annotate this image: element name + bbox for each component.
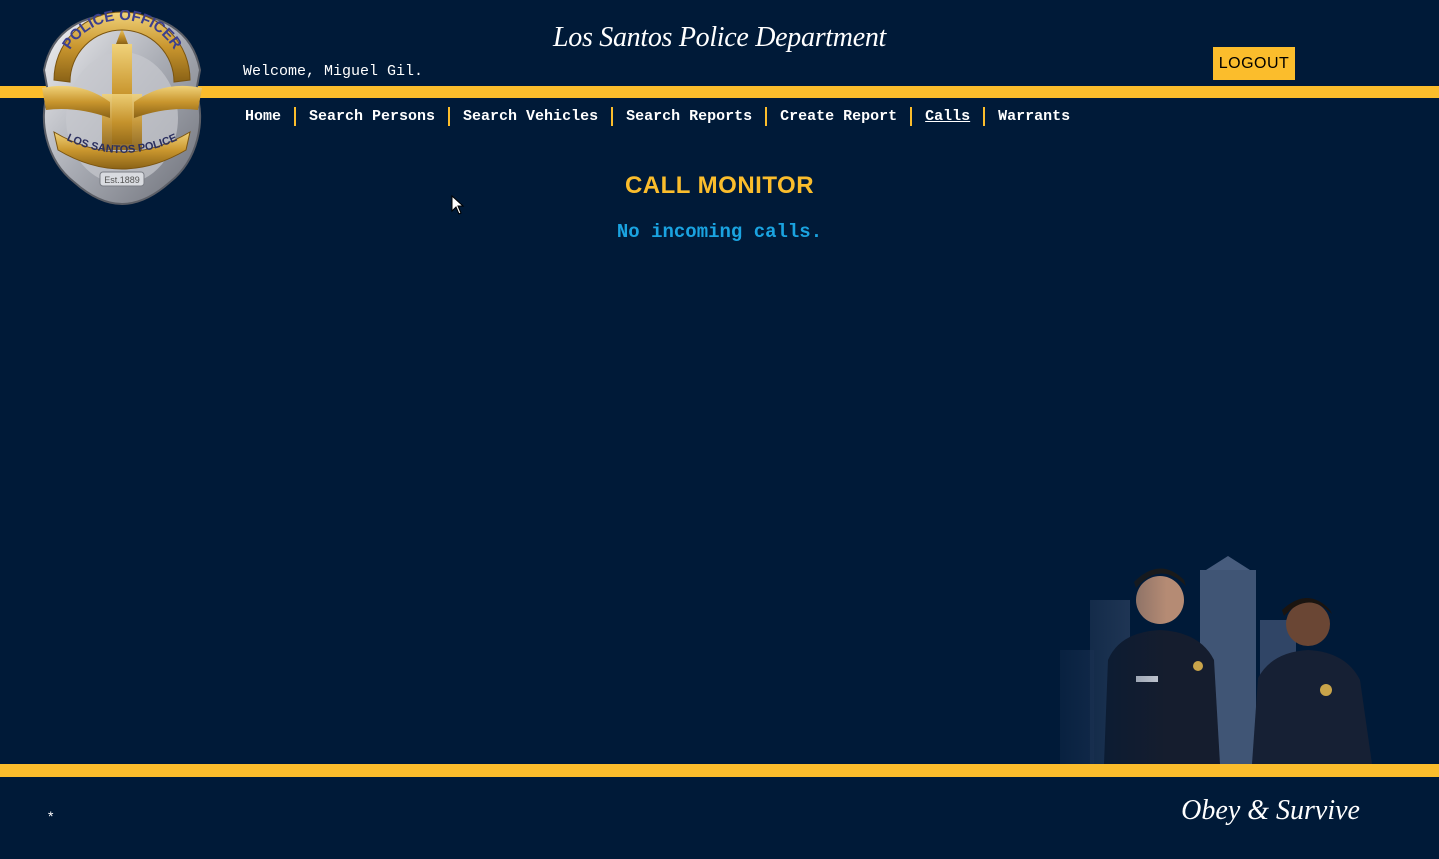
police-badge-icon: POLICE OFFICER LOS SANTOS POLICE Est.188…	[40, 7, 204, 206]
footer-mark: *	[48, 808, 54, 824]
logout-button[interactable]: LOGOUT	[1213, 47, 1295, 80]
nav-search-vehicles[interactable]: Search Vehicles	[450, 108, 611, 125]
nav-home[interactable]: Home	[232, 108, 294, 125]
footer-stripe	[0, 764, 1439, 777]
call-monitor-title: CALL MONITOR	[624, 172, 815, 199]
officers-illustration	[1020, 540, 1439, 764]
mouse-cursor-icon	[451, 195, 465, 215]
welcome-message: Welcome, Miguel Gil.	[243, 63, 424, 80]
no-calls-message: No incoming calls.	[616, 221, 823, 243]
header-stripe	[0, 86, 1439, 98]
main-nav: Home Search Persons Search Vehicles Sear…	[232, 105, 1083, 127]
nav-calls[interactable]: Calls	[912, 108, 983, 125]
nav-create-report[interactable]: Create Report	[767, 108, 910, 125]
svg-text:Est.1889: Est.1889	[104, 175, 140, 185]
nav-search-reports[interactable]: Search Reports	[613, 108, 765, 125]
nav-warrants[interactable]: Warrants	[985, 108, 1083, 125]
nav-search-persons[interactable]: Search Persons	[296, 108, 448, 125]
footer-motto: Obey & Survive	[1181, 795, 1360, 826]
